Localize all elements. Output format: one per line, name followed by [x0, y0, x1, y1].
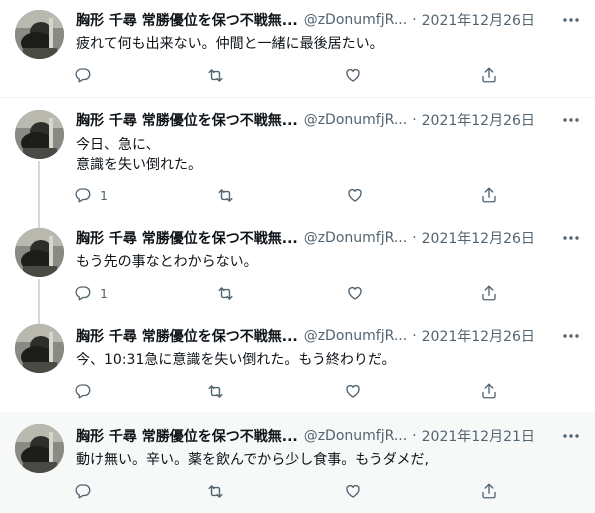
user-handle[interactable]: @zDonumfjR... [304, 12, 407, 28]
reply-button[interactable] [74, 481, 100, 501]
like-button[interactable] [344, 481, 362, 501]
retweet-button[interactable] [216, 185, 235, 205]
tweet-text-line: 今、10:31急に意識を失い倒れた。もう終わりだ。 [76, 352, 396, 368]
avatar[interactable] [15, 228, 64, 277]
separator-dot: · [412, 112, 417, 128]
reply-count: 1 [100, 187, 108, 203]
display-name[interactable]: 胸形 千尋 常勝優位を保つ不戦無... [76, 10, 298, 30]
avatar[interactable] [15, 324, 64, 373]
tweet-text-line: 疲れて何も出来ない。仲間と一緒に最後居たい。 [76, 36, 384, 52]
avatar[interactable] [15, 10, 64, 59]
share-icon [480, 66, 498, 84]
thread-line [38, 314, 40, 324]
tweet-text-line: もう先の事なとわからない。 [76, 254, 258, 270]
tweet-actions: 1 [74, 185, 514, 205]
like-icon [344, 382, 362, 400]
tweet-date[interactable]: 2021年12月26日 [422, 326, 535, 346]
user-handle[interactable]: @zDonumfjR... [304, 230, 407, 246]
retweet-icon [216, 186, 235, 205]
reply-icon [74, 382, 92, 400]
like-button[interactable] [346, 283, 364, 303]
share-button[interactable] [480, 481, 498, 501]
retweet-button[interactable] [216, 283, 235, 303]
tweet-text: 動け無い。辛い。薬を飲んでから少し食事。もうダメだ, [76, 450, 429, 470]
share-button[interactable] [480, 381, 498, 401]
reply-icon [74, 66, 92, 84]
tweet[interactable]: 胸形 千尋 常勝優位を保つ不戦無... @zDonumfjR... · 2021… [0, 412, 595, 513]
separator-dot: · [412, 328, 417, 344]
share-icon [480, 186, 498, 204]
tweet-date[interactable]: 2021年12月26日 [422, 110, 535, 130]
retweet-button[interactable] [206, 481, 225, 501]
avatar[interactable] [15, 110, 64, 159]
tweet-date[interactable]: 2021年12月26日 [422, 10, 535, 30]
tweet-actions [74, 65, 514, 85]
tweet-text: 疲れて何も出来ない。仲間と一緒に最後居たい。 [76, 34, 384, 54]
retweet-icon [206, 482, 225, 501]
retweet-icon [206, 66, 225, 85]
user-handle[interactable]: @zDonumfjR... [304, 328, 407, 344]
reply-button[interactable]: 1 [74, 283, 108, 303]
tweet-text: 今、10:31急に意識を失い倒れた。もう終わりだ。 [76, 350, 396, 370]
user-handle[interactable]: @zDonumfjR... [304, 112, 407, 128]
tweet-date[interactable]: 2021年12月21日 [422, 426, 535, 446]
tweet-text-line: 意識を失い倒れた。 [76, 157, 202, 173]
retweet-button[interactable] [206, 381, 225, 401]
separator-dot: · [412, 12, 417, 28]
separator-dot: · [412, 230, 417, 246]
display-name[interactable]: 胸形 千尋 常勝優位を保つ不戦無... [76, 110, 298, 130]
tweet[interactable]: 胸形 千尋 常勝優位を保つ不戦無... @zDonumfjR... · 2021… [0, 314, 595, 412]
display-name[interactable]: 胸形 千尋 常勝優位を保つ不戦無... [76, 326, 298, 346]
share-icon [480, 382, 498, 400]
more-icon[interactable] [558, 228, 584, 248]
reply-count: 1 [100, 285, 108, 301]
like-button[interactable] [344, 381, 362, 401]
retweet-button[interactable] [206, 65, 225, 85]
share-button[interactable] [480, 185, 498, 205]
reply-icon [74, 284, 92, 302]
display-name[interactable]: 胸形 千尋 常勝優位を保つ不戦無... [76, 228, 298, 248]
reply-icon [74, 186, 92, 204]
tweet-text: 今日、急に、 意識を失い倒れた。 [76, 135, 202, 175]
tweet-date[interactable]: 2021年12月26日 [422, 228, 535, 248]
display-name[interactable]: 胸形 千尋 常勝優位を保つ不戦無... [76, 426, 298, 446]
like-icon [344, 482, 362, 500]
retweet-icon [206, 382, 225, 401]
tweet-text-line: 動け無い。辛い。薬を飲んでから少し食事。もうダメだ, [76, 452, 429, 468]
more-icon[interactable] [558, 426, 584, 446]
thread-line [38, 161, 40, 216]
like-button[interactable] [344, 65, 362, 85]
more-icon[interactable] [558, 326, 584, 346]
thread-line [38, 216, 40, 228]
tweet-text: もう先の事なとわからない。 [76, 252, 258, 272]
avatar[interactable] [15, 424, 64, 473]
tweet[interactable]: 胸形 千尋 常勝優位を保つ不戦無... @zDonumfjR... · 2021… [0, 216, 595, 314]
reply-button[interactable]: 1 [74, 185, 108, 205]
tweet[interactable]: 胸形 千尋 常勝優位を保つ不戦無... @zDonumfjR... · 2021… [0, 98, 595, 216]
like-icon [344, 66, 362, 84]
more-icon[interactable] [558, 10, 584, 30]
like-icon [346, 284, 364, 302]
like-icon [346, 186, 364, 204]
reply-button[interactable] [74, 381, 100, 401]
tweet-actions [74, 481, 514, 501]
thread-line [38, 279, 40, 314]
user-handle[interactable]: @zDonumfjR... [304, 428, 407, 444]
more-icon[interactable] [558, 110, 584, 130]
share-button[interactable] [480, 65, 498, 85]
reply-button[interactable] [74, 65, 100, 85]
reply-icon [74, 482, 92, 500]
tweet-text-line: 今日、急に、 [76, 137, 160, 153]
share-icon [480, 284, 498, 302]
tweet-actions: 1 [74, 283, 514, 303]
share-button[interactable] [480, 283, 498, 303]
tweet-actions [74, 381, 514, 401]
like-button[interactable] [346, 185, 364, 205]
tweet[interactable]: 胸形 千尋 常勝優位を保つ不戦無... @zDonumfjR... · 2021… [0, 0, 595, 97]
retweet-icon [216, 284, 235, 303]
share-icon [480, 482, 498, 500]
separator-dot: · [412, 428, 417, 444]
